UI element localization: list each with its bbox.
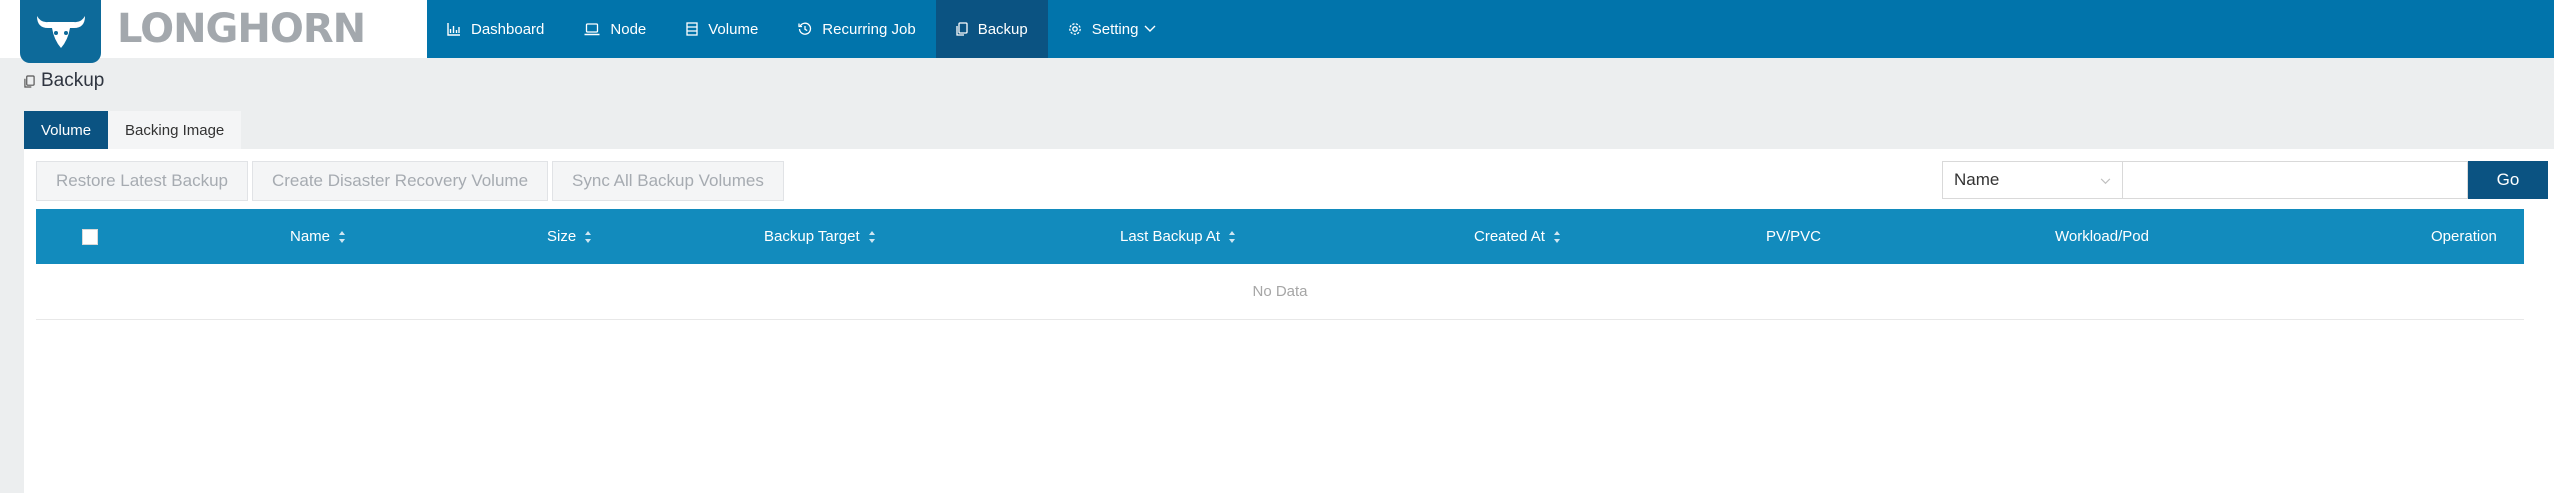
sync-all-backup-volumes-button[interactable]: Sync All Backup Volumes: [552, 161, 784, 201]
column-header-operation: Operation: [2431, 209, 2497, 264]
nav-label-dashboard: Dashboard: [471, 20, 545, 38]
top-nav-bar: LONGHORN Dashboard Node Volume Recurring…: [0, 0, 2554, 63]
column-label: Size: [547, 228, 577, 245]
go-button[interactable]: Go: [2468, 161, 2548, 199]
chevron-down-icon: [2100, 170, 2111, 190]
column-header-backup-target[interactable]: Backup Target: [764, 209, 876, 264]
search-field-select[interactable]: Name: [1942, 161, 2123, 199]
tab-volume[interactable]: Volume: [24, 111, 109, 149]
create-dr-volume-button[interactable]: Create Disaster Recovery Volume: [251, 161, 549, 201]
laptop-icon: [584, 22, 600, 36]
column-label: Created At: [1474, 228, 1545, 245]
nav-label-backup: Backup: [977, 20, 1028, 38]
longhorn-bull-icon: [20, 0, 101, 63]
checkbox[interactable]: [82, 228, 98, 245]
nav-item-volume[interactable]: Volume: [666, 0, 778, 58]
column-label: Workload/Pod: [2055, 228, 2149, 245]
column-header-last-backup-at[interactable]: Last Backup At: [1120, 209, 1236, 264]
nav-item-setting[interactable]: Setting: [1048, 0, 1177, 58]
backup-table: Name Size Backup Target Last Backup At C…: [36, 209, 2524, 320]
empty-state-text: No Data: [1252, 283, 1308, 300]
gear-icon: [1068, 22, 1082, 36]
nav-label-recurring-job: Recurring Job: [822, 20, 916, 38]
sort-icon[interactable]: [1553, 230, 1561, 244]
table-body: No Data: [36, 264, 2524, 320]
copy-icon: [24, 74, 35, 88]
nav-item-node[interactable]: Node: [564, 0, 666, 58]
nav-item-dashboard[interactable]: Dashboard: [427, 0, 564, 58]
column-label: Last Backup At: [1120, 228, 1221, 245]
chevron-down-icon: [1144, 25, 1156, 33]
main-nav: Dashboard Node Volume Recurring Job Back…: [427, 0, 1176, 58]
backup-panel: Restore Latest Backup Create Disaster Re…: [24, 149, 2554, 493]
sort-icon[interactable]: [868, 230, 876, 244]
sort-icon[interactable]: [584, 230, 592, 244]
nav-label-node: Node: [610, 20, 647, 38]
sort-icon[interactable]: [1228, 230, 1236, 244]
table-header: Name Size Backup Target Last Backup At C…: [36, 209, 2524, 264]
database-icon: [686, 22, 698, 36]
search-bar: Name Go: [1942, 161, 2548, 199]
column-header-pv-pvc: PV/PVC: [1766, 209, 1821, 264]
column-header-size[interactable]: Size: [547, 209, 592, 264]
search-input[interactable]: [2123, 161, 2468, 199]
page-title: Backup: [24, 70, 104, 92]
sort-icon[interactable]: [338, 230, 346, 244]
nav-label-setting: Setting: [1091, 20, 1139, 38]
nav-item-recurring-job[interactable]: Recurring Job: [778, 0, 935, 58]
column-header-workload-pod: Workload/Pod: [2055, 209, 2149, 264]
restore-latest-backup-button[interactable]: Restore Latest Backup: [36, 161, 248, 201]
nav-item-backup[interactable]: Backup: [935, 0, 1048, 58]
select-all-checkbox[interactable]: [82, 209, 98, 264]
column-label: PV/PVC: [1766, 228, 1822, 245]
area-chart-icon: [447, 22, 461, 36]
history-icon: [798, 22, 812, 36]
logo-text: LONGHORN: [117, 6, 366, 52]
search-field-value: Name: [1954, 170, 2000, 189]
action-toolbar: Restore Latest Backup Create Disaster Re…: [36, 161, 788, 201]
column-label: Name: [290, 228, 331, 245]
column-label: Backup Target: [764, 228, 860, 245]
backup-tabs: Volume Backing Image: [24, 111, 242, 149]
nav-label-volume: Volume: [708, 20, 759, 38]
column-label: Operation: [2431, 228, 2497, 245]
copy-icon: [956, 22, 968, 36]
column-header-created-at[interactable]: Created At: [1474, 209, 1561, 264]
page-title-text: Backup: [41, 70, 105, 91]
logo-area[interactable]: LONGHORN: [0, 0, 427, 63]
tab-backing-image[interactable]: Backing Image: [108, 111, 242, 149]
column-header-name[interactable]: Name: [290, 209, 346, 264]
